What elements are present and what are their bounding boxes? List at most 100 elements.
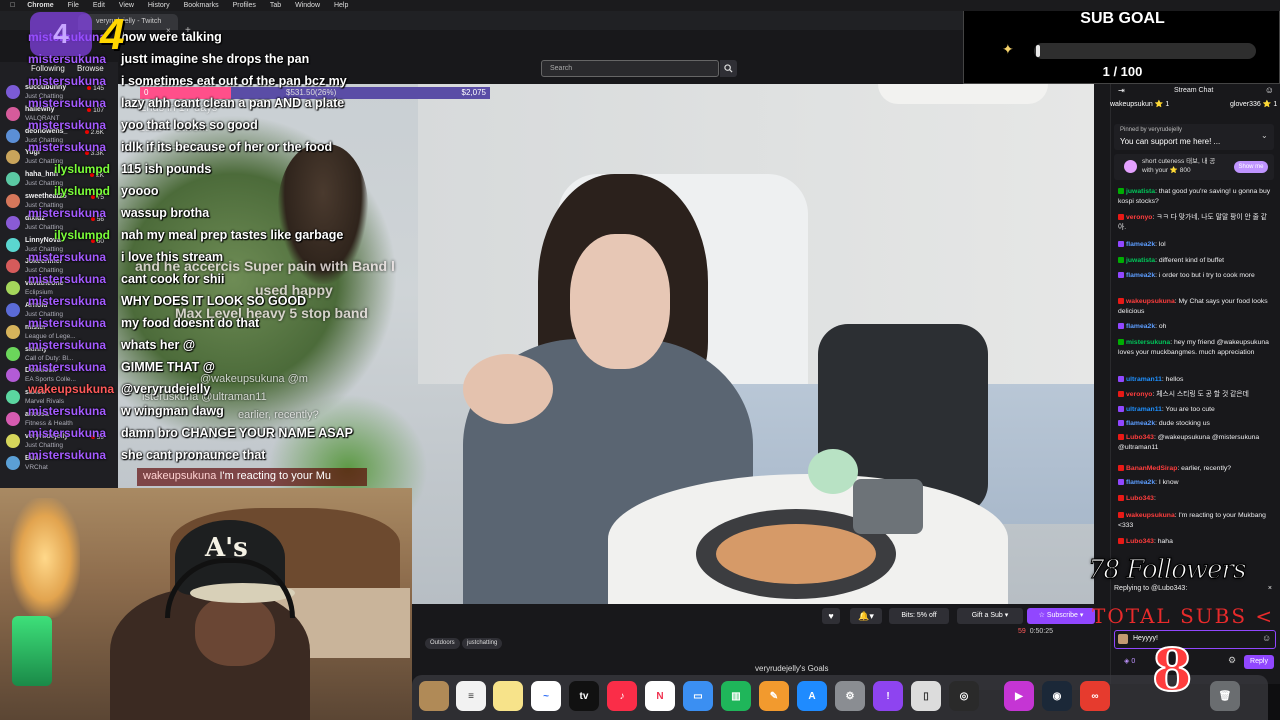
channel-avatar bbox=[6, 455, 20, 470]
follow-heart-button[interactable]: ♥ bbox=[822, 608, 840, 624]
chat-title: Stream Chat bbox=[1174, 87, 1214, 94]
menu-view[interactable]: View bbox=[119, 0, 134, 11]
chat-username[interactable]: BananMedSirap bbox=[1126, 465, 1177, 472]
pages-icon[interactable]: ✎ bbox=[759, 681, 789, 711]
menu-chrome[interactable]: Chrome bbox=[27, 0, 53, 11]
overlay-chat-username: mistersukuna bbox=[28, 74, 107, 88]
menu-history[interactable]: History bbox=[148, 0, 170, 11]
numbers-icon[interactable]: ▥ bbox=[721, 681, 751, 711]
sparkle-icon: ✦ bbox=[1002, 41, 1014, 57]
overlay-chat-line: whats her @ bbox=[121, 338, 196, 352]
menu-file[interactable]: File bbox=[68, 0, 79, 11]
collapse-chat-icon[interactable]: ⇥ bbox=[1118, 86, 1125, 95]
channel-avatar bbox=[6, 433, 20, 448]
controller-icon[interactable]: ◎ bbox=[949, 681, 979, 711]
menu-profiles[interactable]: Profiles bbox=[233, 0, 256, 11]
overlay-chat-line: nah my meal prep tastes like garbage bbox=[121, 228, 344, 242]
gift-sub-button[interactable]: Gift a Sub ▾ bbox=[957, 608, 1023, 624]
freeform-icon[interactable]: ~ bbox=[531, 681, 561, 711]
overlay-chat-line: GIMME THAT @ bbox=[121, 360, 215, 374]
chat-username[interactable]: flamea2k bbox=[1126, 323, 1155, 330]
channel-avatar bbox=[6, 368, 20, 383]
tag-outdoors[interactable]: Outdoors bbox=[425, 638, 460, 649]
notes-icon[interactable] bbox=[493, 681, 523, 711]
tag-justchatting[interactable]: justchatting bbox=[462, 638, 503, 649]
chat-username[interactable]: flamea2k bbox=[1126, 241, 1155, 248]
badge-icon bbox=[1118, 188, 1124, 195]
chat-input[interactable]: Heyyyy! bbox=[1114, 630, 1276, 649]
chat-username[interactable]: Lubo343 bbox=[1126, 538, 1154, 545]
bits-button[interactable]: Bits: 5% off bbox=[889, 608, 949, 624]
browser-tab[interactable]: veryrudejelly - Twitch bbox=[78, 14, 178, 30]
feedback-icon[interactable]: ! bbox=[873, 681, 903, 711]
overlay-chat-usernames: mistersukuna mistersukuna mistersukuna mist… bbox=[28, 30, 118, 490]
news-icon[interactable]: N bbox=[645, 681, 675, 711]
chat-username[interactable]: veronyo bbox=[1126, 214, 1152, 221]
chat-username[interactable]: Lubo343 bbox=[1126, 434, 1154, 441]
channel-avatar bbox=[6, 259, 20, 274]
chat-username[interactable]: flamea2k bbox=[1126, 420, 1155, 427]
reminders-icon[interactable]: ≡ bbox=[456, 681, 486, 711]
notification-bell-button[interactable]: 🔔▾ bbox=[850, 608, 882, 624]
apple-tv-icon[interactable]: tv bbox=[569, 681, 599, 711]
chat-username[interactable]: flamea2k bbox=[1126, 272, 1155, 279]
mac-menu-bar:  Chrome File Edit View History Bookmark… bbox=[0, 0, 1280, 11]
close-tab-icon[interactable]: × bbox=[166, 26, 171, 35]
badge-icon bbox=[1118, 406, 1124, 413]
chat-username[interactable]: wakeupsukuna bbox=[1126, 298, 1175, 305]
chat-message: ultraman11: hellos bbox=[1118, 375, 1274, 385]
bits-label: Bits: 5% off bbox=[901, 612, 937, 619]
chat-username[interactable]: Lubo343 bbox=[1126, 495, 1154, 502]
trash-icon[interactable]: 🗑 bbox=[1210, 681, 1240, 711]
overlay-chat-username: mistersukuna bbox=[28, 426, 107, 440]
chat-username[interactable]: mistersukuna bbox=[1126, 339, 1170, 346]
badge-icon bbox=[1118, 465, 1124, 472]
menu-help[interactable]: Help bbox=[334, 0, 348, 11]
steam-icon[interactable]: ◉ bbox=[1042, 681, 1072, 711]
overlay-chat-line: she cant pronaunce that bbox=[121, 448, 266, 462]
pinned-message[interactable]: Pinned by veryrudejelly You can support … bbox=[1114, 124, 1274, 150]
gear-icon[interactable]: ⚙ bbox=[1228, 655, 1236, 666]
music-icon[interactable]: ♪ bbox=[607, 681, 637, 711]
overlay-chat-line: yoo that looks so good bbox=[121, 118, 258, 132]
new-tab-icon[interactable]: + bbox=[185, 25, 191, 36]
subscribe-button[interactable]: ☆ Subscribe ▾ bbox=[1027, 608, 1095, 624]
chat-username[interactable]: veronyo bbox=[1126, 391, 1152, 398]
chat-text: : oh bbox=[1155, 323, 1167, 330]
chat-username[interactable]: juwatista bbox=[1126, 257, 1155, 264]
search-input[interactable]: Search bbox=[541, 60, 719, 77]
menu-window[interactable]: Window bbox=[295, 0, 320, 11]
close-icon[interactable]: × bbox=[1268, 585, 1272, 592]
chat-username[interactable]: juwatista bbox=[1126, 188, 1155, 195]
chat-username[interactable]: ultraman11 bbox=[1126, 376, 1162, 383]
badge-icon bbox=[1118, 339, 1124, 346]
badge-icon bbox=[1118, 241, 1124, 248]
chat-username[interactable]: flamea2k bbox=[1126, 479, 1155, 486]
system-settings-icon[interactable]: ⚙ bbox=[835, 681, 865, 711]
channel-points[interactable]: ◈ 0 bbox=[1124, 657, 1135, 665]
reply-button[interactable]: Reply bbox=[1244, 655, 1274, 669]
search-button[interactable] bbox=[720, 60, 737, 77]
creative-cloud-icon[interactable]: ∞ bbox=[1080, 681, 1110, 711]
chat-username[interactable]: wakeupsukuna bbox=[1126, 512, 1175, 519]
keynote-icon[interactable]: ▭ bbox=[683, 681, 713, 711]
app-store-icon[interactable]: A bbox=[797, 681, 827, 711]
finder-icon[interactable] bbox=[419, 681, 449, 711]
chat-text: : hellos bbox=[1161, 376, 1184, 383]
chevron-down-icon[interactable]: ⌄ bbox=[1261, 131, 1268, 140]
streamlabs-icon[interactable]: ▶ bbox=[1004, 681, 1034, 711]
menu-tab[interactable]: Tab bbox=[270, 0, 281, 11]
emote-icon bbox=[1118, 634, 1128, 644]
iphone-mirroring-icon[interactable]: ▯ bbox=[911, 681, 941, 711]
cup bbox=[853, 479, 923, 534]
apple-icon[interactable]:  bbox=[10, 0, 15, 11]
uptime: 0:50:25 bbox=[1029, 628, 1054, 635]
channel-avatar bbox=[6, 412, 20, 426]
show-me-button[interactable]: Show me bbox=[1234, 161, 1268, 173]
chat-message: flamea2k: oh bbox=[1118, 322, 1274, 332]
menu-bookmarks[interactable]: Bookmarks bbox=[184, 0, 219, 11]
users-icon[interactable]: ☺ bbox=[1265, 85, 1274, 95]
menu-edit[interactable]: Edit bbox=[93, 0, 105, 11]
chat-username[interactable]: ultraman11 bbox=[1126, 406, 1162, 413]
emote-picker-icon[interactable]: ☺ bbox=[1262, 633, 1271, 643]
